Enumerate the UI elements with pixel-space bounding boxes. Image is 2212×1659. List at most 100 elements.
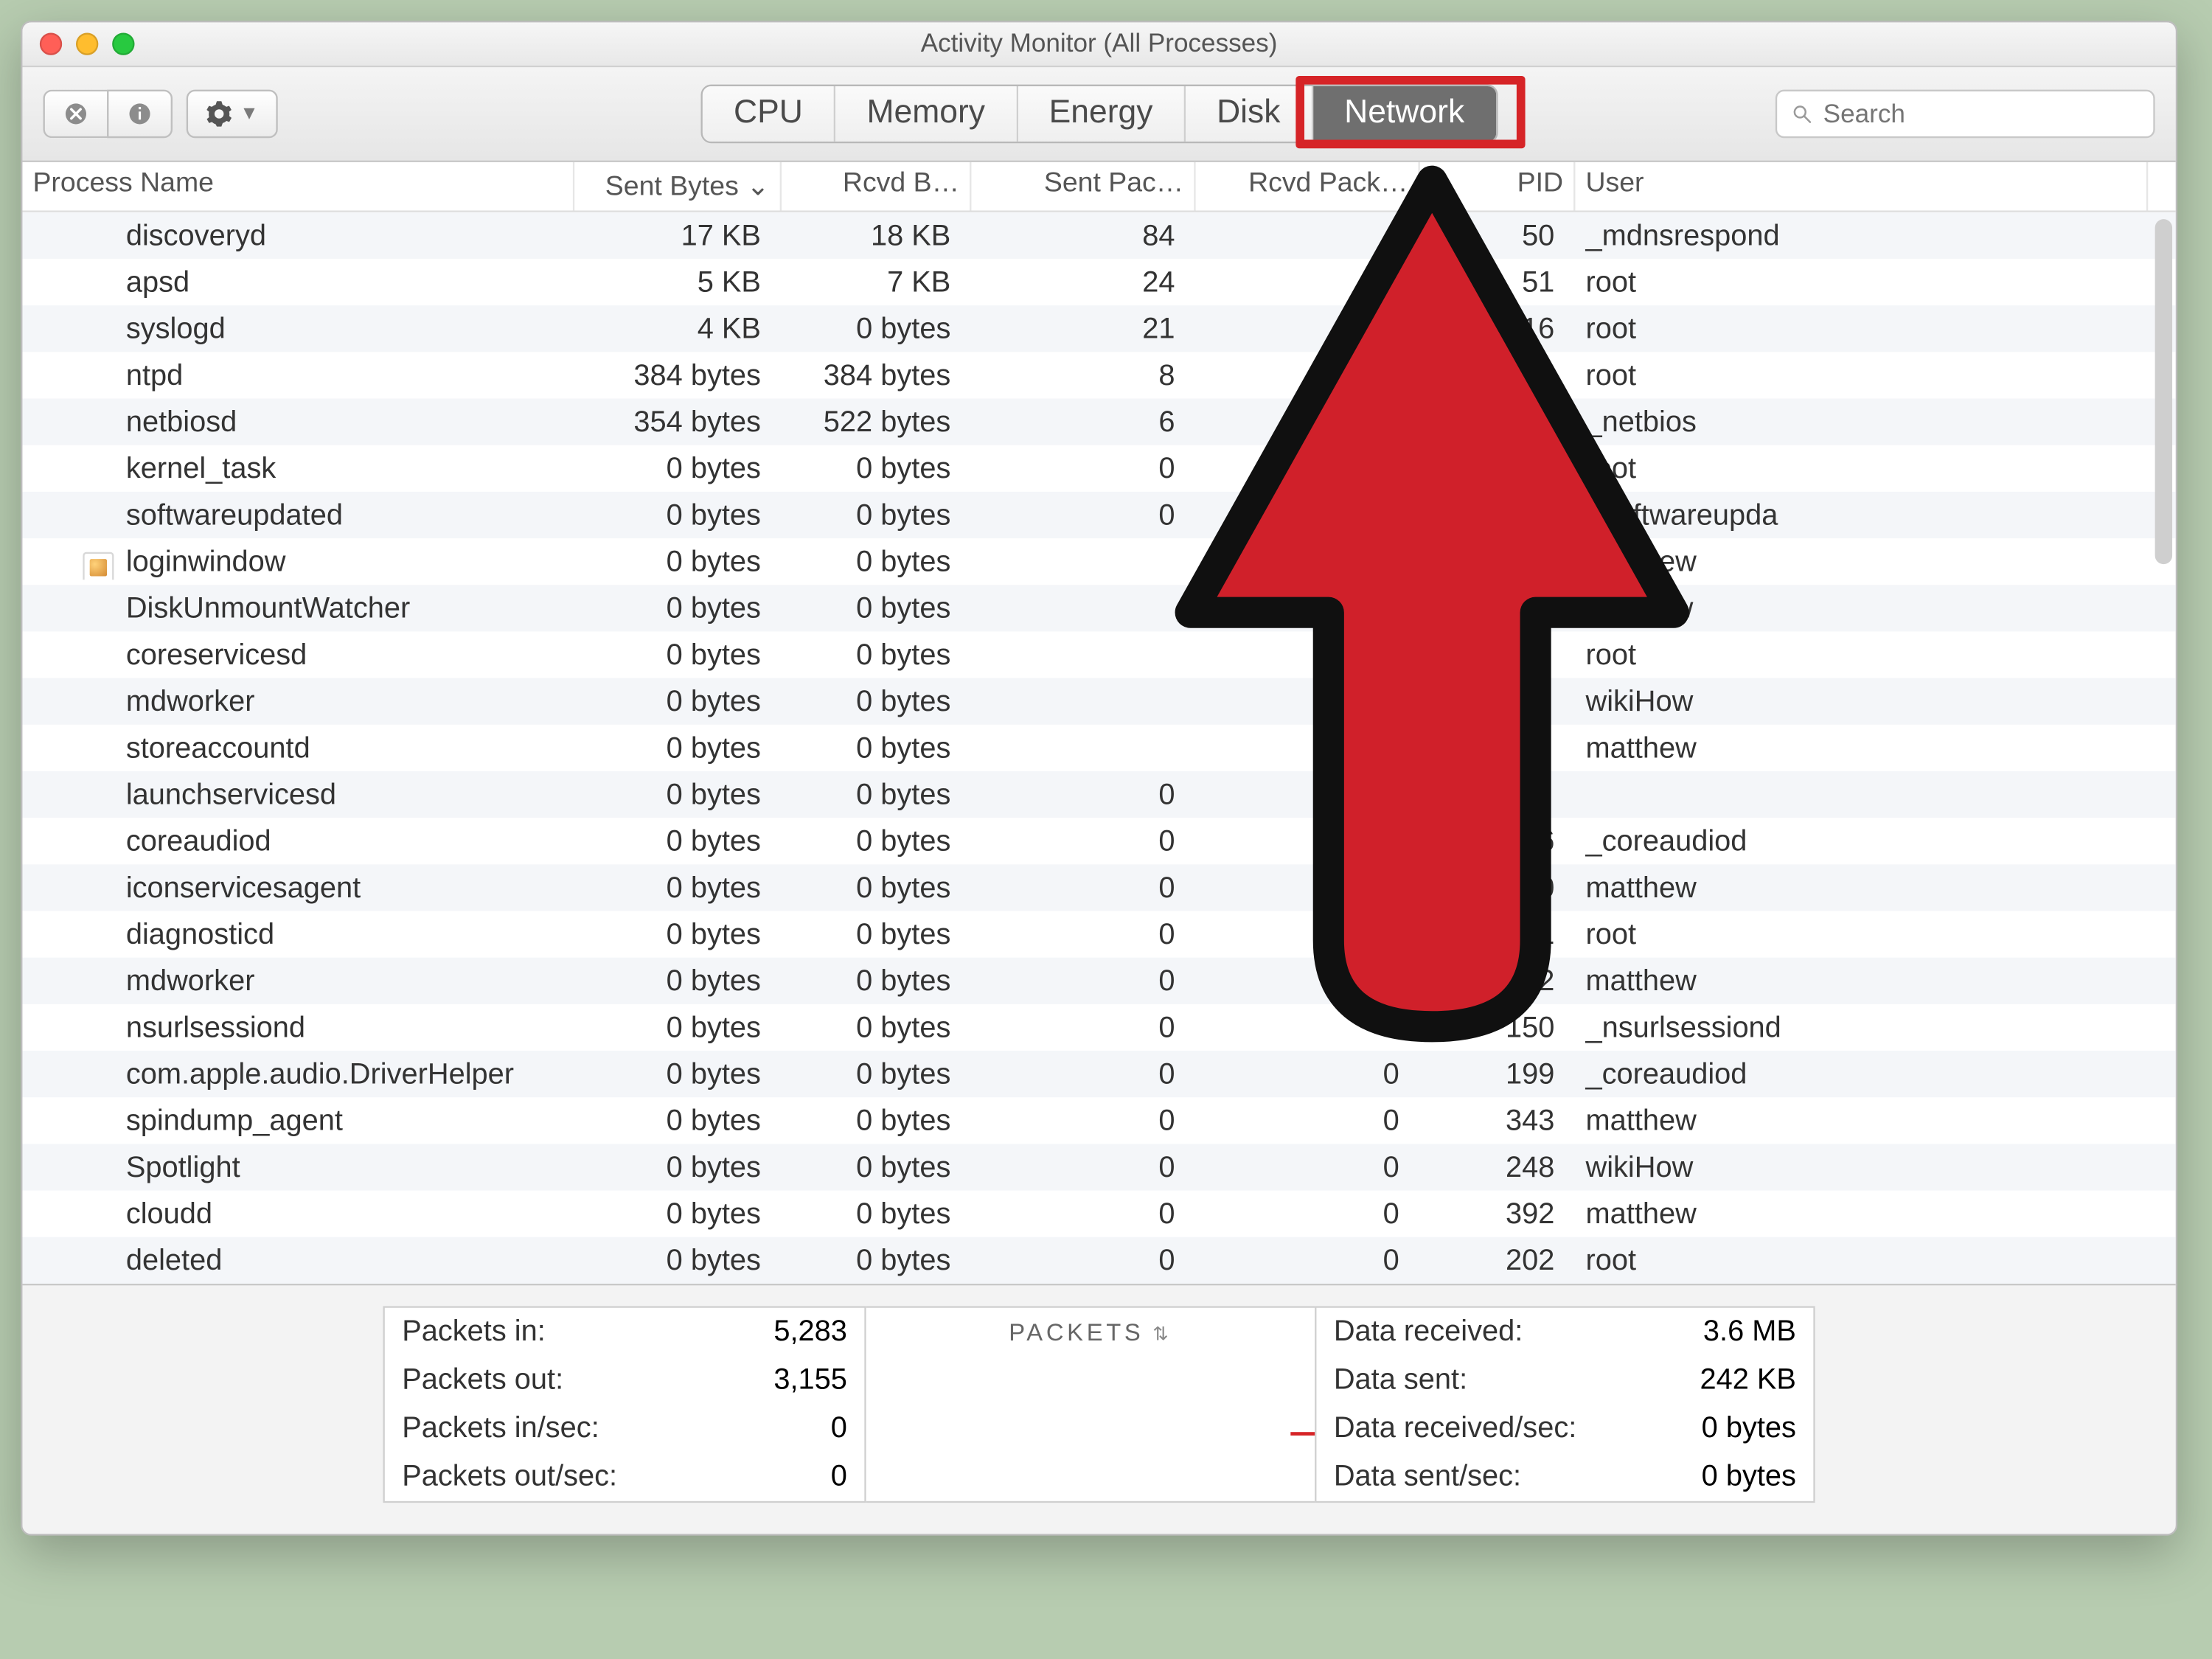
cell-sent-bytes: 0 bytes <box>574 1103 782 1138</box>
cell-sent-packets: 0 <box>971 917 1195 952</box>
table-row[interactable]: apsd5 KB7 KB2451root <box>22 259 2175 305</box>
tab-disk[interactable]: Disk <box>1186 86 1313 142</box>
cell-sent-bytes: 0 bytes <box>574 731 782 765</box>
tab-energy[interactable]: Energy <box>1018 86 1185 142</box>
cell-rcvd-bytes: 0 bytes <box>782 777 971 812</box>
cell-pid: 340 <box>1420 871 1576 905</box>
table-row[interactable]: mdworker0 bytes0 byteswikiHow <box>22 678 2175 725</box>
cell-sent-packets: 0 <box>971 1103 1195 1138</box>
table-row[interactable]: diagnosticd0 bytes0 bytes00101root <box>22 911 2175 958</box>
col-sent-packets[interactable]: Sent Pac… <box>971 162 1195 211</box>
col-rcvd-bytes[interactable]: Rcvd B… <box>782 162 971 211</box>
table-row[interactable]: storeaccountd0 bytes0 bytesmatthew <box>22 725 2175 771</box>
col-user[interactable]: User <box>1575 162 2148 211</box>
cell-user: root <box>1575 1243 2148 1278</box>
activity-monitor-window: Activity Monitor (All Processes) ▼ CPU M… <box>21 21 2177 1536</box>
cell-process-name: coreservicesd <box>22 638 574 672</box>
cell-process-name: syslogd <box>22 311 574 346</box>
cell-user: root <box>1575 638 2148 672</box>
cell-user: matthew <box>1575 1103 2148 1138</box>
stat-value: 0 <box>720 1453 864 1501</box>
scrollbar[interactable] <box>2155 219 2172 564</box>
sort-desc-icon: ⌄ <box>746 173 769 202</box>
cell-user: wikiHow <box>1575 1150 2148 1185</box>
cell-pid: 101 <box>1420 917 1576 952</box>
actions-menu-button[interactable]: ▼ <box>187 90 278 139</box>
table-row[interactable]: iconservicesagent0 bytes0 bytes00340matt… <box>22 864 2175 911</box>
table-row[interactable]: launchservicesd0 bytes0 bytes00 <box>22 771 2175 818</box>
table-row[interactable]: coreaudiod0 bytes0 bytes0196_coreaudiod <box>22 818 2175 864</box>
cell-sent-packets: 8 <box>971 358 1195 393</box>
stat-label: Data received: <box>1316 1308 1654 1357</box>
table-row[interactable]: softwareupdated0 bytes0 bytes0_softwareu… <box>22 492 2175 538</box>
cell-user: root <box>1575 311 2148 346</box>
table-row[interactable]: coreservicesd0 bytes0 bytesroot <box>22 631 2175 678</box>
table-row[interactable]: DiskUnmountWatcher0 bytes0 byteswikiHow <box>22 585 2175 631</box>
cell-rcvd-bytes: 0 bytes <box>782 684 971 719</box>
stop-process-button[interactable] <box>43 90 107 139</box>
table-row[interactable]: nsurlsessiond0 bytes0 bytes00150_nsurlse… <box>22 1004 2175 1051</box>
table-row[interactable]: syslogd4 KB0 bytes2116root <box>22 305 2175 352</box>
table-row[interactable]: ntpd384 bytes384 bytes8154root <box>22 352 2175 398</box>
stat-value: 0 bytes <box>1654 1453 1813 1501</box>
col-pid[interactable]: PID <box>1420 162 1576 211</box>
table-row[interactable]: loginwindow0 bytes0 bytesmatthew <box>22 538 2175 585</box>
cell-rcvd-packets: 0 <box>1196 1057 1420 1091</box>
cell-sent-bytes: 0 bytes <box>574 544 782 579</box>
titlebar[interactable]: Activity Monitor (All Processes) <box>22 22 2175 67</box>
table-row[interactable]: com.apple.audio.DriverHelper0 bytes0 byt… <box>22 1051 2175 1097</box>
col-sent-bytes[interactable]: Sent Bytes ⌄ <box>574 162 782 211</box>
table-row[interactable]: kernel_task0 bytes0 bytes00root <box>22 445 2175 492</box>
tab-segmented-control: CPU Memory Energy Disk Network <box>701 85 1498 144</box>
stat-value: 5,283 <box>720 1308 864 1357</box>
cell-process-name: Spotlight <box>22 1150 574 1185</box>
cell-rcvd-bytes: 522 bytes <box>782 405 971 439</box>
table-row[interactable]: spindump_agent0 bytes0 bytes00343matthew <box>22 1097 2175 1144</box>
table-row[interactable]: netbiosd354 bytes522 bytes6153_netbios <box>22 399 2175 445</box>
cell-sent-packets: 0 <box>971 1197 1195 1231</box>
cell-process-name: com.apple.audio.DriverHelper <box>22 1057 574 1091</box>
packets-chart[interactable]: PACKETS ⇅ <box>866 1306 1315 1503</box>
cell-rcvd-packets: 0 <box>1196 1243 1420 1278</box>
updown-icon: ⇅ <box>1144 1325 1172 1346</box>
cell-rcvd-packets: 0 <box>1196 777 1420 812</box>
table-row[interactable]: mdworker0 bytes0 bytes002782matthew <box>22 958 2175 1004</box>
cell-sent-packets: 0 <box>971 964 1195 998</box>
cell-pid: 50 <box>1420 218 1576 253</box>
cell-sent-bytes: 0 bytes <box>574 871 782 905</box>
cell-sent-packets: 0 <box>971 451 1195 486</box>
cell-process-name: diagnosticd <box>22 917 574 952</box>
tab-cpu[interactable]: CPU <box>703 86 835 142</box>
table-row[interactable]: discoveryd17 KB18 KB8450_mdnsrespond <box>22 212 2175 259</box>
info-icon <box>126 100 153 128</box>
cell-sent-bytes: 5 KB <box>574 265 782 299</box>
search-input[interactable] <box>1823 100 2140 129</box>
cell-sent-packets: 0 <box>971 1057 1195 1091</box>
cell-process-name: ntpd <box>22 358 574 393</box>
cell-pid: 392 <box>1420 1197 1576 1231</box>
search-field[interactable] <box>1775 90 2155 139</box>
cell-pid: 202 <box>1420 1243 1576 1278</box>
chart-tick <box>1290 1432 1315 1435</box>
col-rcvd-packets[interactable]: Rcvd Pack… <box>1196 162 1420 211</box>
cell-process-name: apsd <box>22 265 574 299</box>
table-row[interactable]: deleted0 bytes0 bytes00202root <box>22 1237 2175 1284</box>
table-row[interactable]: cloudd0 bytes0 bytes00392matthew <box>22 1191 2175 1237</box>
cell-sent-packets: 21 <box>971 311 1195 346</box>
table-row[interactable]: Spotlight0 bytes0 bytes00248wikiHow <box>22 1144 2175 1190</box>
stop-icon <box>62 100 89 128</box>
stat-label: Packets out: <box>385 1356 720 1405</box>
cell-rcvd-bytes: 0 bytes <box>782 1103 971 1138</box>
cell-rcvd-bytes: 0 bytes <box>782 964 971 998</box>
cell-sent-bytes: 0 bytes <box>574 451 782 486</box>
cell-rcvd-bytes: 0 bytes <box>782 544 971 579</box>
tab-memory[interactable]: Memory <box>835 86 1018 142</box>
cell-rcvd-packets: 0 <box>1196 871 1420 905</box>
cell-user: matthew <box>1575 871 2148 905</box>
cell-sent-bytes: 0 bytes <box>574 1197 782 1231</box>
cell-rcvd-bytes: 0 bytes <box>782 591 971 625</box>
inspect-process-button[interactable] <box>107 90 173 139</box>
col-process-name[interactable]: Process Name <box>22 162 574 211</box>
column-headers: Process Name Sent Bytes ⌄ Rcvd B… Sent P… <box>22 162 2175 212</box>
tab-network[interactable]: Network <box>1313 86 1495 142</box>
